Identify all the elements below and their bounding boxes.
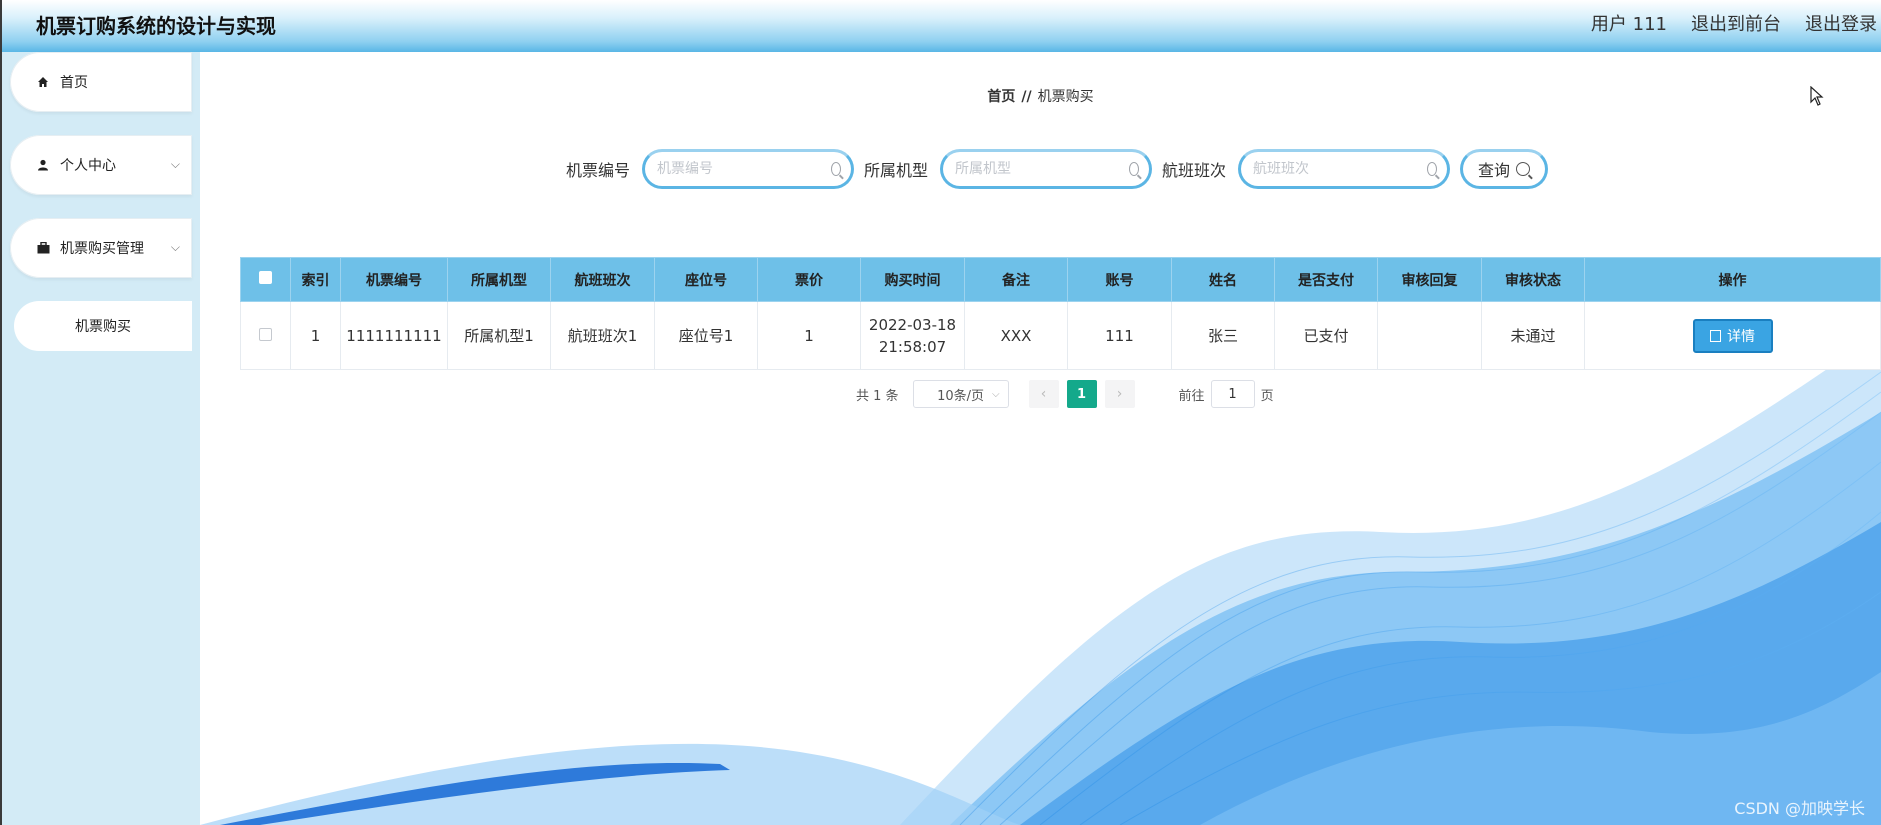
column-header: 座位号 bbox=[654, 257, 758, 302]
ticket-table: 索引 机票编号 所属机型 航班班次 座位号 票价 购买时间 备注 账号 姓名 是… bbox=[240, 257, 1881, 370]
document-icon bbox=[1710, 329, 1721, 342]
search-icon bbox=[1427, 162, 1438, 176]
column-header: 购买时间 bbox=[860, 257, 965, 302]
purchase-clock: 21:58:07 bbox=[878, 337, 947, 356]
sidebar-subitem-ticket-purchase[interactable]: 机票购买 bbox=[14, 301, 192, 351]
sidebar-item-personal-center[interactable]: 个人中心 ⌵ bbox=[10, 135, 192, 195]
column-header: 审核状态 bbox=[1481, 257, 1585, 302]
flight-no-search-field[interactable] bbox=[1238, 149, 1451, 189]
column-header: 操作 bbox=[1584, 257, 1881, 302]
cell-index: 1 bbox=[290, 301, 341, 370]
page-size-value: 10条/页 bbox=[937, 388, 985, 404]
select-all-cell bbox=[240, 257, 291, 302]
column-header: 备注 bbox=[964, 257, 1068, 302]
column-header: 姓名 bbox=[1171, 257, 1275, 302]
search-bar: 机票编号 所属机型 航班班次 查询 bbox=[566, 149, 1549, 189]
prev-page-button[interactable]: ‹ bbox=[1028, 380, 1059, 408]
row-select-cell bbox=[240, 301, 291, 370]
breadcrumb-current: 机票购买 bbox=[1037, 89, 1094, 105]
search-icon bbox=[1129, 162, 1140, 176]
user-icon bbox=[36, 158, 50, 172]
back-to-front-link[interactable]: 退出到前台 bbox=[1691, 10, 1781, 36]
page-suffix: 页 bbox=[1260, 388, 1274, 404]
detail-button[interactable]: 详情 bbox=[1692, 318, 1773, 353]
pagination: 共 1 条 10条/页 ⌵ ‹ 1 › 前往 1 页 bbox=[856, 380, 1274, 408]
cell-ticket-no: 1111111111 bbox=[340, 301, 448, 370]
main-content: 首页 // 机票购买 机票编号 所属机型 航班班次 查询 索引 机票编号 bbox=[200, 52, 1881, 825]
chevron-down-icon: ⌵ bbox=[170, 157, 180, 171]
page-number-current[interactable]: 1 bbox=[1066, 380, 1097, 408]
cell-flight: 航班班次1 bbox=[550, 301, 655, 370]
flight-no-label: 航班班次 bbox=[1162, 161, 1227, 180]
cell-seat: 座位号1 bbox=[654, 301, 758, 370]
column-header: 索引 bbox=[290, 257, 341, 302]
select-all-checkbox[interactable] bbox=[259, 271, 272, 284]
flight-no-input[interactable] bbox=[1253, 161, 1428, 177]
cell-account: 111 bbox=[1067, 301, 1172, 370]
breadcrumb-separator: // bbox=[1021, 89, 1032, 105]
chevron-down-icon: ⌵ bbox=[991, 388, 1000, 400]
cell-status: 未通过 bbox=[1481, 301, 1585, 370]
cell-actions: 详情 bbox=[1584, 301, 1881, 370]
ticket-no-search-field[interactable] bbox=[642, 149, 855, 189]
cell-name: 张三 bbox=[1171, 301, 1275, 370]
column-header: 审核回复 bbox=[1377, 257, 1482, 302]
column-header: 机票编号 bbox=[340, 257, 448, 302]
next-page-button[interactable]: › bbox=[1104, 380, 1135, 408]
cell-purchase-time: 2022-03-18 21:58:07 bbox=[860, 301, 965, 370]
goto-page-input[interactable]: 1 bbox=[1210, 380, 1255, 408]
home-icon bbox=[36, 75, 50, 89]
sidebar-item-label: 首页 bbox=[60, 75, 88, 91]
table-header-row: 索引 机票编号 所属机型 航班班次 座位号 票价 购买时间 备注 账号 姓名 是… bbox=[240, 257, 1881, 302]
app-title: 机票订购系统的设计与实现 bbox=[36, 14, 276, 38]
column-header: 航班班次 bbox=[550, 257, 655, 302]
column-header: 账号 bbox=[1067, 257, 1172, 302]
table-row: 1 1111111111 所属机型1 航班班次1 座位号1 1 2022-03-… bbox=[240, 301, 1881, 370]
sidebar-item-ticket-management[interactable]: 机票购买管理 ⌵ bbox=[10, 218, 192, 278]
watermark: CSDN @加映学长 bbox=[1734, 799, 1865, 818]
header-actions: 用户 111 退出到前台 退出登录 bbox=[1591, 10, 1877, 36]
aircraft-model-input[interactable] bbox=[955, 161, 1130, 177]
briefcase-icon bbox=[36, 241, 50, 255]
cell-reply bbox=[1377, 301, 1482, 370]
logout-link[interactable]: 退出登录 bbox=[1805, 10, 1877, 36]
breadcrumb: 首页 // 机票购买 bbox=[200, 86, 1881, 106]
page-size-select[interactable]: 10条/页 ⌵ bbox=[912, 380, 1009, 408]
chevron-right-icon: › bbox=[1116, 386, 1123, 402]
chevron-left-icon: ‹ bbox=[1040, 386, 1047, 402]
aircraft-model-label: 所属机型 bbox=[864, 161, 929, 180]
sidebar-subitem-label: 机票购买 bbox=[75, 319, 131, 335]
sidebar: 首页 个人中心 ⌵ 机票购买管理 ⌵ 机票购买 bbox=[0, 52, 200, 825]
goto-label: 前往 bbox=[1178, 388, 1205, 404]
search-icon bbox=[831, 162, 842, 176]
column-header: 所属机型 bbox=[447, 257, 551, 302]
query-button-label: 查询 bbox=[1478, 161, 1511, 180]
cell-model: 所属机型1 bbox=[447, 301, 551, 370]
cell-paid: 已支付 bbox=[1274, 301, 1378, 370]
cell-price: 1 bbox=[757, 301, 861, 370]
top-header: 机票订购系统的设计与实现 用户 111 退出到前台 退出登录 bbox=[0, 0, 1881, 52]
ticket-no-label: 机票编号 bbox=[566, 161, 631, 180]
user-label[interactable]: 用户 111 bbox=[1591, 10, 1667, 36]
total-count: 共 1 条 bbox=[856, 388, 899, 404]
mouse-cursor-icon bbox=[1810, 86, 1824, 106]
row-checkbox[interactable] bbox=[259, 327, 272, 341]
sidebar-item-label: 机票购买管理 bbox=[60, 241, 144, 257]
sidebar-item-label: 个人中心 bbox=[60, 158, 116, 174]
cell-remark: XXX bbox=[964, 301, 1068, 370]
breadcrumb-home[interactable]: 首页 bbox=[987, 89, 1015, 105]
query-button[interactable]: 查询 bbox=[1460, 149, 1549, 189]
ticket-no-input[interactable] bbox=[657, 161, 832, 177]
search-icon bbox=[1516, 162, 1531, 176]
purchase-date: 2022-03-18 bbox=[868, 315, 957, 334]
chevron-down-icon: ⌵ bbox=[170, 240, 180, 254]
column-header: 票价 bbox=[757, 257, 861, 302]
sidebar-item-home[interactable]: 首页 bbox=[10, 52, 192, 112]
column-header: 是否支付 bbox=[1274, 257, 1378, 302]
detail-button-label: 详情 bbox=[1727, 328, 1755, 345]
aircraft-model-search-field[interactable] bbox=[940, 149, 1153, 189]
